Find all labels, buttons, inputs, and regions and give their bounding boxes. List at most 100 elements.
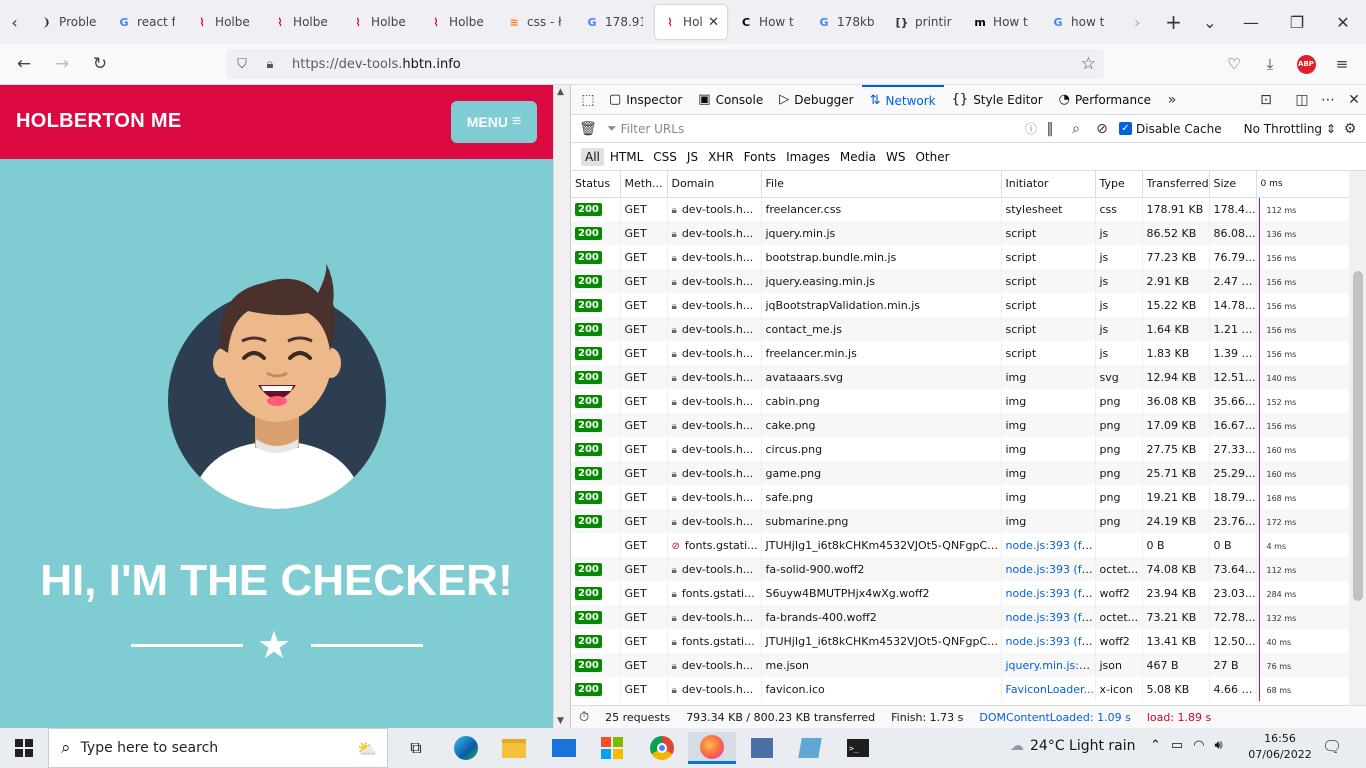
table-row[interactable]: 200 GET 🔒︎ fonts.gstati... S6uyw4BMUTPHjx4wX… bbox=[571, 581, 1350, 605]
pocket-icon[interactable]: ♡ bbox=[1218, 50, 1250, 78]
browser-tab[interactable]: ⌇ Holbe bbox=[343, 5, 417, 39]
browser-tab[interactable]: m How t bbox=[965, 5, 1039, 39]
tab-inspector[interactable]: ▢ Inspector bbox=[601, 85, 690, 115]
tab-network[interactable]: ⇅ Network bbox=[861, 84, 944, 115]
tab-scroll-right-button[interactable]: › bbox=[1119, 0, 1155, 44]
type-filter-all[interactable]: All bbox=[581, 147, 604, 166]
notes-app-icon[interactable] bbox=[786, 732, 834, 764]
store-icon[interactable] bbox=[588, 732, 636, 764]
settings-gear-icon[interactable]: ⚙ bbox=[1337, 114, 1363, 144]
browser-tab[interactable]: [} printir bbox=[887, 5, 961, 39]
table-row[interactable]: GET ⊘ fonts.gstati... JTUHjIg1_i6t8kCHKm453… bbox=[571, 533, 1350, 557]
table-row[interactable]: 200 GET 🔒︎ dev-tools.h... cabin.png img png 36.… bbox=[571, 389, 1350, 413]
new-tab-button[interactable]: + bbox=[1155, 0, 1191, 44]
url-bar[interactable]: ⛉ 🔒︎ https://dev-tools.hbtn.info ☆ bbox=[226, 49, 1104, 79]
task-view-icon[interactable]: ⧉ bbox=[392, 732, 440, 764]
browser-tab[interactable]: ❩ Proble bbox=[31, 5, 105, 39]
volume-icon[interactable]: 🔊︎ bbox=[1215, 738, 1223, 753]
help-icon[interactable]: ⓘ bbox=[1025, 120, 1037, 137]
browser-tab[interactable]: ⌇ Hol ✕ bbox=[655, 5, 728, 39]
table-row[interactable]: 200 GET 🔒︎ dev-tools.h... me.json jquery.min.… bbox=[571, 653, 1350, 677]
browser-tab[interactable]: G 178kb bbox=[809, 5, 883, 39]
app-menu-icon[interactable]: ≡ bbox=[1326, 50, 1358, 78]
column-header[interactable]: Domain bbox=[667, 171, 762, 198]
shield-icon[interactable]: ⛉ bbox=[230, 57, 254, 72]
pick-element-icon[interactable]: ⬚ bbox=[575, 85, 601, 115]
start-button[interactable] bbox=[0, 732, 48, 764]
column-header[interactable]: Initiator bbox=[1001, 171, 1096, 198]
tab-style-editor[interactable]: {} Style Editor bbox=[944, 85, 1051, 115]
close-devtools-icon[interactable]: ✕ bbox=[1341, 85, 1366, 115]
type-filter-html[interactable]: HTML bbox=[606, 148, 647, 166]
table-row[interactable]: 200 GET 🔒︎ dev-tools.h... jqBootstrapValidat… bbox=[571, 293, 1350, 317]
browser-tab[interactable]: ⌇ Holbe bbox=[265, 5, 339, 39]
table-row[interactable]: 200 GET 🔒︎ dev-tools.h... contact_me.js scrip… bbox=[571, 317, 1350, 341]
column-header[interactable]: Status bbox=[571, 171, 621, 198]
table-row[interactable]: 200 GET 🔒︎ dev-tools.h... favicon.ico Favicon… bbox=[571, 677, 1350, 701]
firefox-icon[interactable] bbox=[688, 732, 736, 764]
forward-button[interactable]: → bbox=[44, 48, 80, 80]
type-filter-js[interactable]: JS bbox=[683, 148, 702, 166]
close-tab-icon[interactable]: ✕ bbox=[708, 15, 719, 30]
tab-scroll-left-button[interactable]: ‹ bbox=[0, 0, 29, 44]
wifi-icon[interactable]: ◠ bbox=[1193, 738, 1204, 753]
column-header[interactable]: Transferred bbox=[1142, 171, 1210, 198]
notifications-icon[interactable]: 🗨︎ bbox=[1322, 737, 1342, 756]
chevron-up-icon[interactable]: ⌃ bbox=[1150, 738, 1161, 753]
table-row[interactable]: 200 GET 🔒︎ dev-tools.h... jquery.easing.min.… bbox=[571, 269, 1350, 293]
network-table-scrollbar[interactable] bbox=[1349, 171, 1366, 705]
search-icon[interactable]: ⌕ bbox=[1063, 114, 1089, 144]
browser-tab[interactable]: Greact f bbox=[109, 5, 183, 39]
tab-performance[interactable]: ◔ Performance bbox=[1051, 85, 1159, 115]
column-header[interactable]: File bbox=[761, 171, 1002, 198]
downloads-icon[interactable]: ⤓ bbox=[1254, 50, 1286, 78]
table-row[interactable]: 200 GET 🔒︎ dev-tools.h... safe.png img png 19.2… bbox=[571, 485, 1350, 509]
file-explorer-icon[interactable] bbox=[490, 732, 538, 764]
pause-icon[interactable]: ‖ bbox=[1037, 114, 1063, 144]
dock-icon[interactable]: ◫ bbox=[1289, 85, 1315, 115]
tab-debugger[interactable]: ▷ Debugger bbox=[771, 85, 861, 115]
table-row[interactable]: 200 GET 🔒︎ dev-tools.h... game.png img png 25.7… bbox=[571, 461, 1350, 485]
clock[interactable]: 16:56 07/06/2022 bbox=[1248, 731, 1312, 763]
type-filter-ws[interactable]: WS bbox=[882, 148, 909, 166]
maximize-button[interactable]: ❐ bbox=[1274, 0, 1320, 44]
block-icon[interactable]: ⊘ bbox=[1089, 114, 1115, 144]
weather-widget[interactable]: ☁ 24°C Light rain bbox=[1010, 738, 1136, 754]
list-all-tabs-button[interactable]: ⌄ bbox=[1192, 0, 1228, 44]
table-row[interactable]: 200 GET 🔒︎ dev-tools.h... avataaars.svg img sv… bbox=[571, 365, 1350, 389]
type-filter-other[interactable]: Other bbox=[911, 148, 953, 166]
filter-urls-input[interactable]: ⏷ Filter URLs ⓘ bbox=[607, 120, 1037, 137]
adblock-icon[interactable]: ABP bbox=[1290, 50, 1322, 78]
type-filter-images[interactable]: Images bbox=[782, 148, 834, 166]
table-row[interactable]: 200 GET 🔒︎ dev-tools.h... freelancer.min.js s… bbox=[571, 341, 1350, 365]
table-row[interactable]: 200 GET 🔒︎ dev-tools.h... freelancer.css styl… bbox=[571, 197, 1350, 221]
column-header[interactable]: Size bbox=[1209, 171, 1257, 198]
table-row[interactable]: 200 GET 🔒︎ dev-tools.h... fa-brands-400.woff… bbox=[571, 605, 1350, 629]
table-row[interactable]: 200 GET 🔒︎ dev-tools.h... bootstrap.bundle.m… bbox=[571, 245, 1350, 269]
table-row[interactable]: 200 GET 🔒︎ dev-tools.h... fa-solid-900.woff2… bbox=[571, 557, 1350, 581]
browser-tab[interactable]: G 178.91 bbox=[577, 5, 651, 39]
chrome-icon[interactable] bbox=[638, 732, 686, 764]
terminal-icon[interactable]: >_ bbox=[834, 732, 882, 764]
browser-tab[interactable]: ≋ css - ł bbox=[499, 5, 573, 39]
table-row[interactable]: 200 GET 🔒︎ dev-tools.h... submarine.png img pn… bbox=[571, 509, 1350, 533]
battery-icon[interactable]: ▭ bbox=[1171, 738, 1183, 753]
lock-icon[interactable]: 🔒︎ bbox=[258, 57, 282, 72]
browser-tab[interactable]: C How t bbox=[731, 5, 805, 39]
column-header[interactable]: Meth... bbox=[620, 171, 668, 198]
table-row[interactable]: 200 GET 🔒︎ dev-tools.h... jquery.min.js scrip… bbox=[571, 221, 1350, 245]
reload-button[interactable]: ↻ bbox=[82, 48, 118, 80]
column-header[interactable]: 0 ms bbox=[1255, 171, 1350, 198]
disable-cache-checkbox[interactable]: ✓ Disable Cache bbox=[1119, 122, 1222, 136]
screenshot-icon[interactable]: ⊡ bbox=[1253, 85, 1279, 115]
edge-icon[interactable] bbox=[442, 732, 490, 764]
browser-tab[interactable]: Ghow t bbox=[1043, 5, 1117, 39]
table-row[interactable]: 200 GET 🔒︎ dev-tools.h... circus.png img png 27… bbox=[571, 437, 1350, 461]
close-window-button[interactable]: ✕ bbox=[1320, 0, 1366, 44]
overflow-menu-icon[interactable]: ⋯ bbox=[1315, 85, 1341, 115]
weather-widget-icon[interactable]: ⛅ bbox=[357, 739, 377, 758]
back-button[interactable]: ← bbox=[6, 48, 42, 80]
type-filter-fonts[interactable]: Fonts bbox=[740, 148, 780, 166]
minimize-button[interactable]: — bbox=[1228, 0, 1274, 44]
bookmark-star-icon[interactable]: ☆ bbox=[1081, 54, 1096, 74]
